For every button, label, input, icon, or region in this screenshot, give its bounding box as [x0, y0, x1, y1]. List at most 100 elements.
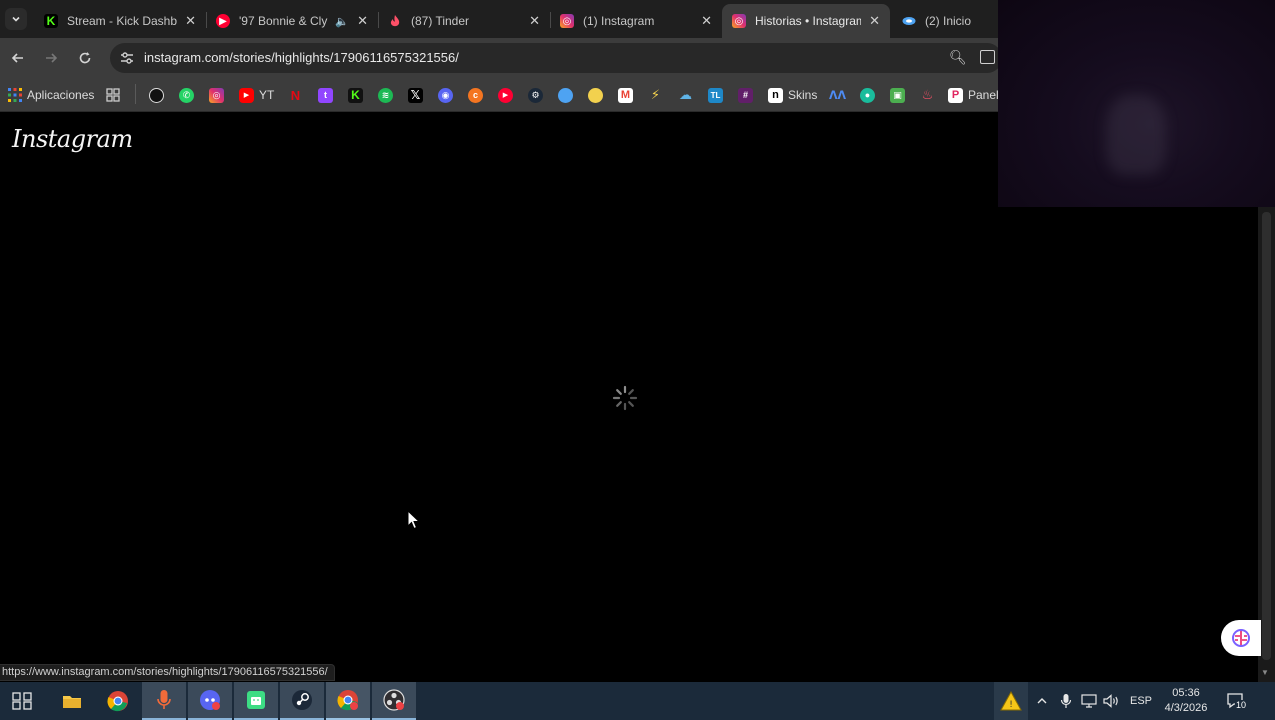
show-hidden-icons-button[interactable]	[1036, 682, 1048, 720]
volume-tray-button[interactable]	[1103, 682, 1120, 720]
tab-kick-dashboard[interactable]: K Stream - Kick Dashbo ✕	[34, 4, 206, 38]
tab-tinder[interactable]: (87) Tinder ✕	[378, 4, 550, 38]
bookmark-apps[interactable]: Aplicaciones	[8, 86, 94, 104]
bookmark-crunchyroll[interactable]: c	[468, 86, 483, 104]
site-icon	[588, 87, 603, 103]
bookmark-spotify[interactable]: ≋	[378, 86, 393, 104]
bookmark-instagram[interactable]: ◎	[209, 86, 224, 104]
bookmark-whatsapp[interactable]: ✆	[179, 86, 194, 104]
bookmark-kick[interactable]: K	[348, 86, 363, 104]
instagram-icon: ◎	[732, 14, 746, 28]
microphone-icon	[157, 690, 171, 709]
language-indicator[interactable]: ESP	[1130, 682, 1152, 720]
bookmark-youtube-music[interactable]: ▶	[498, 86, 513, 104]
forward-button[interactable]	[40, 47, 62, 69]
tab-title: '97 Bonnie & Cly	[239, 14, 328, 28]
chevron-down-icon	[12, 16, 20, 22]
install-app-icon[interactable]	[980, 50, 995, 64]
discord-button[interactable]	[188, 682, 232, 720]
tab-search-button[interactable]	[5, 8, 27, 30]
scrollbar-thumb[interactable]	[1262, 212, 1271, 660]
bookmark-skins[interactable]: n Skins	[768, 86, 817, 104]
crunchyroll-icon: c	[468, 87, 483, 103]
back-button[interactable]	[7, 47, 29, 69]
bookmark-site-f[interactable]: ▣	[890, 86, 905, 104]
bookmark-netflix[interactable]: N	[288, 86, 303, 104]
kick-icon: K	[44, 14, 58, 28]
bookmark-gmail[interactable]: M	[618, 86, 633, 104]
bookmark-slack[interactable]: #	[738, 86, 753, 104]
obs-icon	[383, 689, 405, 711]
bookmark-label: Panel	[968, 88, 999, 102]
close-tab-icon[interactable]: ✕	[357, 13, 368, 29]
tab-title: (1) Instagram	[583, 14, 655, 28]
zoom-icon[interactable]: 🔍︎	[949, 49, 967, 66]
tab-instagram-1[interactable]: ◎ (1) Instagram ✕	[550, 4, 722, 38]
mountain-icon: ᐱᐱ	[828, 89, 847, 102]
microphone-tray-button[interactable]	[1060, 682, 1072, 720]
tab-historias-instagram[interactable]: ◎ Historias • Instagram ✕	[722, 4, 890, 38]
bookmark-discord[interactable]: ◉	[438, 86, 453, 104]
obs-button[interactable]	[372, 682, 416, 720]
youtube-icon: ▶	[239, 87, 254, 103]
image-icon: ▣	[890, 87, 905, 103]
notification-center-button[interactable]: 10	[1226, 692, 1248, 710]
file-explorer-button[interactable]	[50, 682, 94, 720]
tinder-icon	[388, 14, 402, 28]
microphone-app-button[interactable]	[142, 682, 186, 720]
steam-button[interactable]	[280, 682, 324, 720]
notion-icon: n	[768, 87, 783, 103]
close-tab-icon[interactable]: ✕	[869, 13, 880, 29]
extension-side-button[interactable]	[1221, 620, 1261, 656]
task-view-button[interactable]	[0, 682, 44, 720]
bookmark-grid[interactable]	[106, 86, 120, 104]
bookmark-twitch[interactable]: t	[318, 86, 333, 104]
bookmark-cloud[interactable]: ☁	[678, 86, 693, 104]
site-settings-icon[interactable]	[119, 50, 135, 66]
android-app-button[interactable]	[234, 682, 278, 720]
close-tab-icon[interactable]: ✕	[701, 13, 712, 29]
spotify-icon: ≋	[378, 87, 393, 103]
bookmark-site-e[interactable]: ●	[860, 86, 875, 104]
instagram-icon: ◎	[560, 14, 574, 28]
instagram-logo[interactable]: Instagram	[12, 125, 133, 153]
tab-inicio[interactable]: (2) Inicio	[892, 4, 998, 38]
bookmark-site-a[interactable]	[558, 86, 573, 104]
arrow-left-icon	[11, 53, 23, 63]
url-text[interactable]: instagram.com/stories/highlights/1790611…	[144, 50, 459, 65]
bookmark-yt[interactable]: ▶ YT	[239, 86, 274, 104]
close-tab-icon[interactable]: ✕	[529, 13, 540, 29]
network-tray-button[interactable]	[1081, 682, 1097, 720]
chrome-active-button[interactable]	[326, 682, 370, 720]
folder-icon	[63, 696, 81, 708]
taskbar-clock[interactable]: 05:36 4/3/2026	[1160, 686, 1212, 716]
bookmark-steam[interactable]: ⚙	[528, 86, 543, 104]
speaker-icon[interactable]: 🔈	[335, 15, 349, 28]
link-status-bar: https://www.instagram.com/stories/highli…	[0, 664, 335, 681]
network-icon	[1081, 694, 1097, 708]
steam-icon	[292, 690, 312, 710]
bookmark-site-b[interactable]	[588, 86, 603, 104]
bookmark-x[interactable]: 𝕏	[408, 86, 423, 104]
chrome-button[interactable]	[96, 682, 140, 720]
bookmark-panel[interactable]: P Panel	[948, 86, 999, 104]
clock-time: 05:36	[1172, 687, 1200, 699]
arrow-right-icon	[46, 53, 58, 63]
close-tab-icon[interactable]: ✕	[185, 13, 196, 29]
bookmark-site-d[interactable]: ᐱᐱ	[828, 86, 847, 104]
bookmark-speed[interactable]	[149, 86, 164, 104]
bookmark-tinder[interactable]: ♨	[920, 86, 935, 104]
tray-app-norton[interactable]: !	[994, 682, 1028, 720]
twitch-icon: t	[318, 87, 333, 103]
apps-grid-icon	[8, 88, 22, 102]
youtube-music-icon: ▶	[498, 87, 513, 103]
address-bar[interactable]: instagram.com/stories/highlights/1790611…	[110, 43, 1002, 73]
x-icon: 𝕏	[408, 87, 423, 103]
tab-bonnie-clyde[interactable]: ▶ '97 Bonnie & Cly 🔈 ✕	[206, 4, 378, 38]
bookmark-tl[interactable]: TL	[708, 86, 723, 104]
scroll-down-icon[interactable]: ▼	[1261, 668, 1269, 677]
gmail-icon: M	[618, 87, 633, 103]
reload-button[interactable]	[74, 47, 96, 69]
chrome-icon	[337, 690, 358, 711]
bookmark-site-c[interactable]: ⚡	[648, 86, 663, 104]
